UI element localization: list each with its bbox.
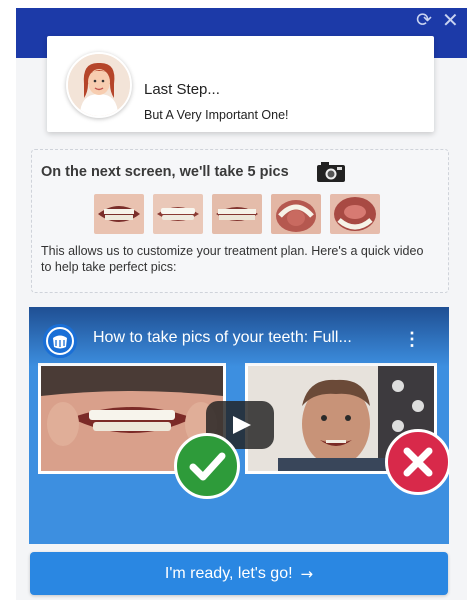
teeth-photo	[212, 194, 262, 234]
video-player[interactable]: How to take pics of your teeth: Full... …	[29, 307, 449, 544]
channel-logo-icon[interactable]	[43, 324, 77, 358]
photo-info-box: On the next screen, we'll take 5 pics Th…	[31, 149, 449, 293]
step-subtitle: But A Very Important One!	[144, 108, 289, 122]
teeth-photo	[153, 194, 203, 234]
assistant-avatar	[66, 52, 132, 118]
onboarding-panel: ⟳ ✕ Last Step... But A Very Important On…	[16, 8, 467, 600]
teeth-photo-row	[94, 194, 380, 236]
teeth-photo	[94, 194, 144, 234]
step-card: Last Step... But A Very Important One!	[47, 36, 434, 132]
refresh-icon[interactable]: ⟳	[416, 10, 432, 30]
check-icon	[174, 433, 240, 499]
camera-icon	[317, 162, 345, 182]
step-title: Last Step...	[144, 81, 220, 98]
arrow-right-icon: →	[300, 564, 314, 583]
teeth-photo	[330, 194, 380, 234]
video-menu-icon[interactable]: ⋮	[403, 329, 421, 350]
teeth-photo	[271, 194, 321, 234]
ready-button-label: I'm ready, let's go!	[164, 564, 293, 582]
info-description: This allows us to customize your treatme…	[41, 244, 424, 274]
info-heading: On the next screen, we'll take 5 pics	[41, 164, 289, 180]
close-icon[interactable]: ✕	[442, 10, 459, 30]
x-mark-icon	[385, 429, 449, 495]
video-title[interactable]: How to take pics of your teeth: Full...	[93, 329, 403, 347]
ready-button[interactable]: I'm ready, let's go! →	[30, 552, 448, 595]
video-header: How to take pics of your teeth: Full... …	[29, 307, 449, 367]
